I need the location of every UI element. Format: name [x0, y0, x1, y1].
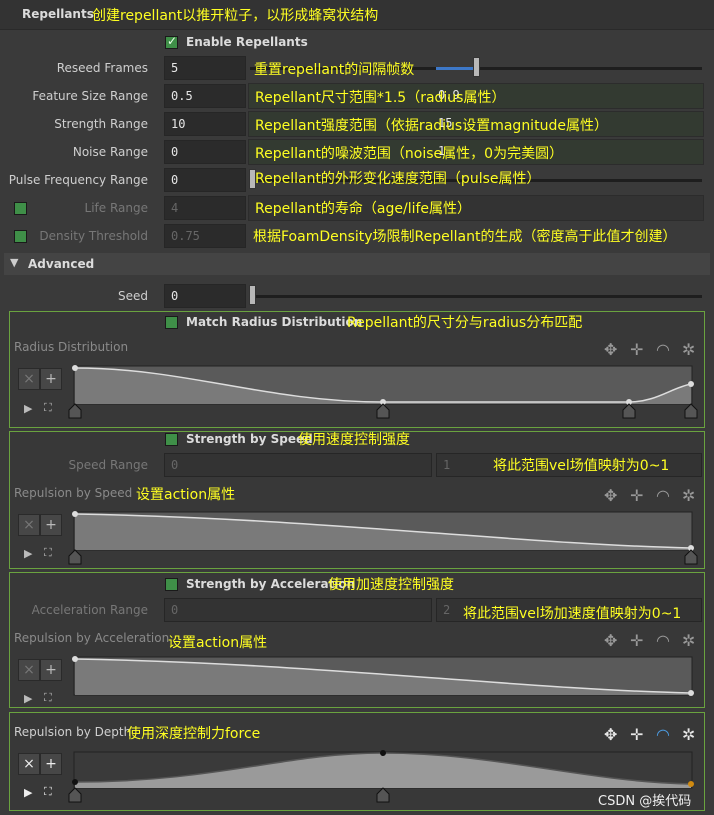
pulse-frequency-label: Pulse Frequency Range: [8, 173, 148, 187]
strength-range-label: Strength Range: [54, 117, 148, 131]
radius-distribution-label: Radius Distribution: [14, 340, 129, 354]
acceleration-range-label: Acceleration Range: [31, 603, 148, 617]
feature-size-annotation: Repellant尺寸范围*1.5（radius属性）: [255, 90, 506, 106]
gear-icon[interactable]: ✲: [682, 486, 695, 505]
acceleration-range-min-field[interactable]: 0: [164, 598, 432, 622]
gear-icon[interactable]: ✲: [682, 631, 695, 650]
seed-slider-thumb[interactable]: [249, 285, 256, 305]
delete-point-button[interactable]: ×: [18, 659, 40, 681]
curve-interp-icon[interactable]: ◠: [656, 631, 670, 650]
reseed-frames-label: Reseed Frames: [56, 61, 148, 75]
pulse-frequency-annotation: Repellant的外形变化速度范围（pulse属性）: [255, 171, 541, 187]
density-threshold-checkbox[interactable]: [14, 230, 27, 243]
reseed-frames-slider-thumb[interactable]: [473, 57, 480, 77]
curve-interp-icon[interactable]: ◠: [656, 486, 670, 505]
density-threshold-annotation: 根据FoamDensity场限制Repellant的生成（密度高于此值才创建）: [253, 229, 677, 245]
feature-size-label: Feature Size Range: [32, 89, 148, 103]
strength-by-speed-checkbox[interactable]: [165, 433, 178, 446]
repulsion-by-speed-ramp-graph[interactable]: [66, 508, 702, 566]
strength-by-acceleration-checkbox[interactable]: [165, 578, 178, 591]
add-point-button[interactable]: +: [40, 659, 62, 681]
strength-min-field[interactable]: 10: [164, 112, 246, 136]
reseed-frames-slider-fill: [436, 67, 476, 70]
noise-min-field[interactable]: 0: [164, 140, 246, 164]
delete-point-button[interactable]: ×: [18, 368, 40, 390]
curve-interp-icon[interactable]: ◠: [656, 725, 670, 744]
match-radius-checkbox[interactable]: [165, 316, 178, 329]
feature-size-min-field[interactable]: 0.5: [164, 84, 246, 108]
pulse-frequency-field[interactable]: 0: [164, 168, 246, 192]
speed-range-label: Speed Range: [68, 458, 148, 472]
repulsion-by-speed-label: Repulsion by Speed: [14, 486, 133, 500]
add-point-button[interactable]: +: [40, 753, 62, 775]
link-icon[interactable]: ⛶: [44, 401, 52, 415]
play-icon[interactable]: ▶: [24, 547, 32, 560]
density-threshold-label: Density Threshold: [39, 229, 148, 243]
snap-icon[interactable]: ✛: [630, 486, 643, 505]
repulsion-by-speed-annotation: 设置action属性: [136, 487, 236, 503]
match-radius-annotation: Repellant的尺寸分与radius分布匹配: [347, 315, 583, 331]
move-point-icon[interactable]: ✥: [604, 486, 617, 505]
reseed-frames-annotation: 重置repellant的间隔帧数: [254, 62, 415, 78]
add-point-button[interactable]: +: [40, 514, 62, 536]
noise-range-label: Noise Range: [72, 145, 148, 159]
play-icon[interactable]: ▶: [24, 786, 32, 799]
play-icon[interactable]: ▶: [24, 402, 32, 415]
title-annotation: 创建repellant以推开粒子，以形成蜂窝状结构: [92, 8, 379, 24]
collapse-arrow-icon[interactable]: ▼: [10, 256, 18, 269]
snap-icon[interactable]: ✛: [630, 631, 643, 650]
density-threshold-field[interactable]: 0.75: [164, 224, 246, 248]
repulsion-by-acceleration-annotation: 设置action属性: [168, 635, 268, 651]
snap-icon[interactable]: ✛: [630, 725, 643, 744]
seed-slider-track[interactable]: [250, 295, 702, 298]
advanced-section-header[interactable]: [4, 253, 710, 275]
seed-field[interactable]: 0: [164, 284, 246, 308]
life-range-label: Life Range: [84, 201, 148, 215]
speed-range-annotation: 将此范围vel场值映射为0~1: [493, 458, 670, 474]
life-range-annotation: Repellant的寿命（age/life属性）: [255, 201, 472, 217]
move-point-icon[interactable]: ✥: [604, 340, 617, 359]
curve-interp-icon[interactable]: ◠: [656, 340, 670, 359]
section-title: Repellants: [22, 7, 94, 21]
link-icon[interactable]: ⛶: [44, 691, 52, 705]
speed-range-min-field[interactable]: 0: [164, 453, 432, 477]
life-range-field[interactable]: 4: [164, 196, 246, 220]
strength-by-acceleration-annotation: 使用加速度控制强度: [328, 577, 454, 593]
play-icon[interactable]: ▶: [24, 692, 32, 705]
repulsion-by-acceleration-label: Repulsion by Acceleration: [14, 631, 170, 645]
add-point-button[interactable]: +: [40, 368, 62, 390]
noise-range-annotation: Repellant的噪波范围（noise属性，0为完美圆）: [255, 146, 564, 162]
strength-by-speed-label: Strength by Speed: [186, 432, 313, 446]
gear-icon[interactable]: ✲: [682, 725, 695, 744]
repulsion-by-depth-annotation: 使用深度控制力force: [127, 726, 261, 742]
gear-icon[interactable]: ✲: [682, 340, 695, 359]
link-icon[interactable]: ⛶: [44, 546, 52, 560]
match-radius-label: Match Radius Distribution: [186, 315, 363, 329]
link-icon[interactable]: ⛶: [44, 785, 52, 799]
advanced-label: Advanced: [28, 257, 95, 271]
move-point-icon[interactable]: ✥: [604, 631, 617, 650]
strength-by-speed-annotation: 使用速度控制强度: [298, 432, 410, 448]
life-range-checkbox[interactable]: [14, 202, 27, 215]
delete-point-button[interactable]: ×: [18, 753, 40, 775]
reseed-frames-field[interactable]: 5: [164, 56, 246, 80]
repulsion-by-depth-label: Repulsion by Depth: [14, 725, 132, 739]
radius-ramp-graph[interactable]: [66, 362, 702, 420]
move-point-icon[interactable]: ✥: [604, 725, 617, 744]
strength-range-annotation: Repellant强度范围（依据radius设置magnitude属性）: [255, 118, 608, 134]
enable-repellants-label: Enable Repellants: [186, 35, 308, 49]
seed-label: Seed: [118, 289, 148, 303]
watermark: CSDN @挨代码: [598, 794, 692, 809]
delete-point-button[interactable]: ×: [18, 514, 40, 536]
repulsion-by-acceleration-ramp-graph[interactable]: [66, 653, 702, 707]
enable-repellants-checkbox[interactable]: [165, 34, 178, 49]
acceleration-range-annotation: 将此范围vel场加速度值映射为0~1: [463, 606, 682, 622]
snap-icon[interactable]: ✛: [630, 340, 643, 359]
